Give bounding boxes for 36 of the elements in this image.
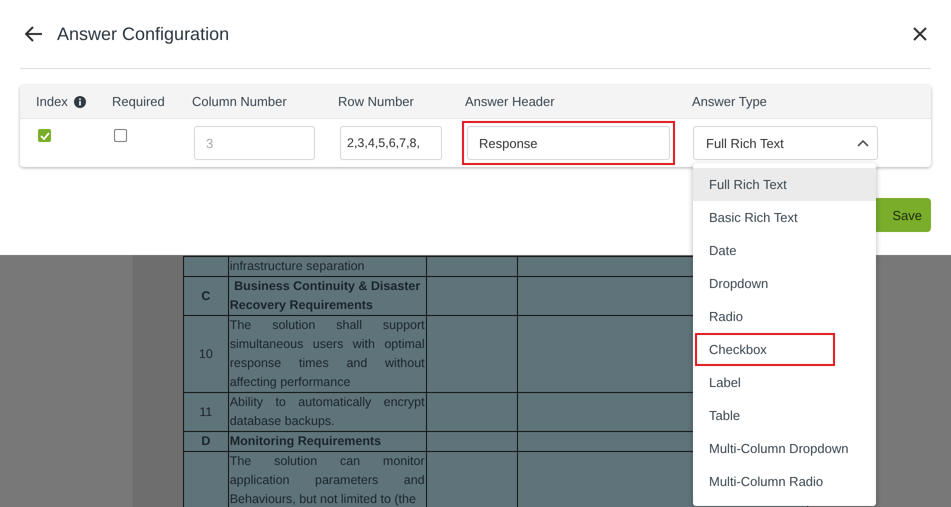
document-cell — [184, 452, 228, 507]
document-cell: The solution can monitor application parameters and Behaviours, but not limited to (the — [228, 452, 426, 507]
column-header: Index — [36, 94, 68, 109]
document-cell: Business Continuity & Disaster Recovery Requirements — [228, 276, 426, 316]
document-cell: Monitoring Requirements — [228, 432, 426, 452]
column-header: Row Number — [338, 94, 414, 109]
column-header: Answer Header — [465, 94, 555, 109]
answer-type-select[interactable]: Full Rich Text — [693, 126, 878, 160]
dropdown-option[interactable]: Dropdown — [693, 267, 876, 300]
dropdown-option[interactable]: Date — [693, 234, 876, 267]
document-cell: The solution shall support simultaneous users with optimal response times and without affecting performance — [228, 316, 426, 392]
column-header: Column Number — [192, 94, 287, 109]
row-number-field[interactable]: 2,3,4,5,6,7,8, — [340, 126, 442, 160]
back-arrow-icon[interactable] — [25, 26, 43, 42]
document-cell: 10 — [184, 316, 228, 392]
document-cell: C — [184, 276, 228, 316]
close-icon[interactable] — [913, 27, 927, 41]
dropdown-option[interactable]: Full Rich Text — [693, 168, 876, 201]
dropdown-option[interactable]: Multi-Column Dropdown — [693, 432, 876, 465]
dialog-title: Answer Configuration — [57, 24, 230, 44]
dropdown-option[interactable]: Label — [693, 366, 876, 399]
dropdown-option[interactable]: Table — [693, 399, 876, 432]
column-header: Answer Type — [692, 94, 767, 109]
document-cell: 11 — [184, 392, 228, 432]
column-number-field[interactable]: 3 — [194, 126, 315, 160]
document-cell: Ability to automatically encrypt database backups. — [228, 392, 426, 432]
document-cell: D — [184, 432, 228, 452]
required-checkbox[interactable] — [114, 129, 127, 142]
index-checkbox[interactable] — [38, 129, 51, 142]
info-icon — [74, 96, 86, 108]
column-header: Required — [112, 94, 165, 109]
document-cell — [184, 256, 228, 276]
answer-header-field[interactable]: Response — [467, 126, 670, 160]
dropdown-option[interactable]: Radio — [693, 300, 876, 333]
dropdown-option[interactable]: Multi-Column Radio — [693, 465, 876, 498]
document-cell: infrastructure separation — [228, 256, 426, 276]
